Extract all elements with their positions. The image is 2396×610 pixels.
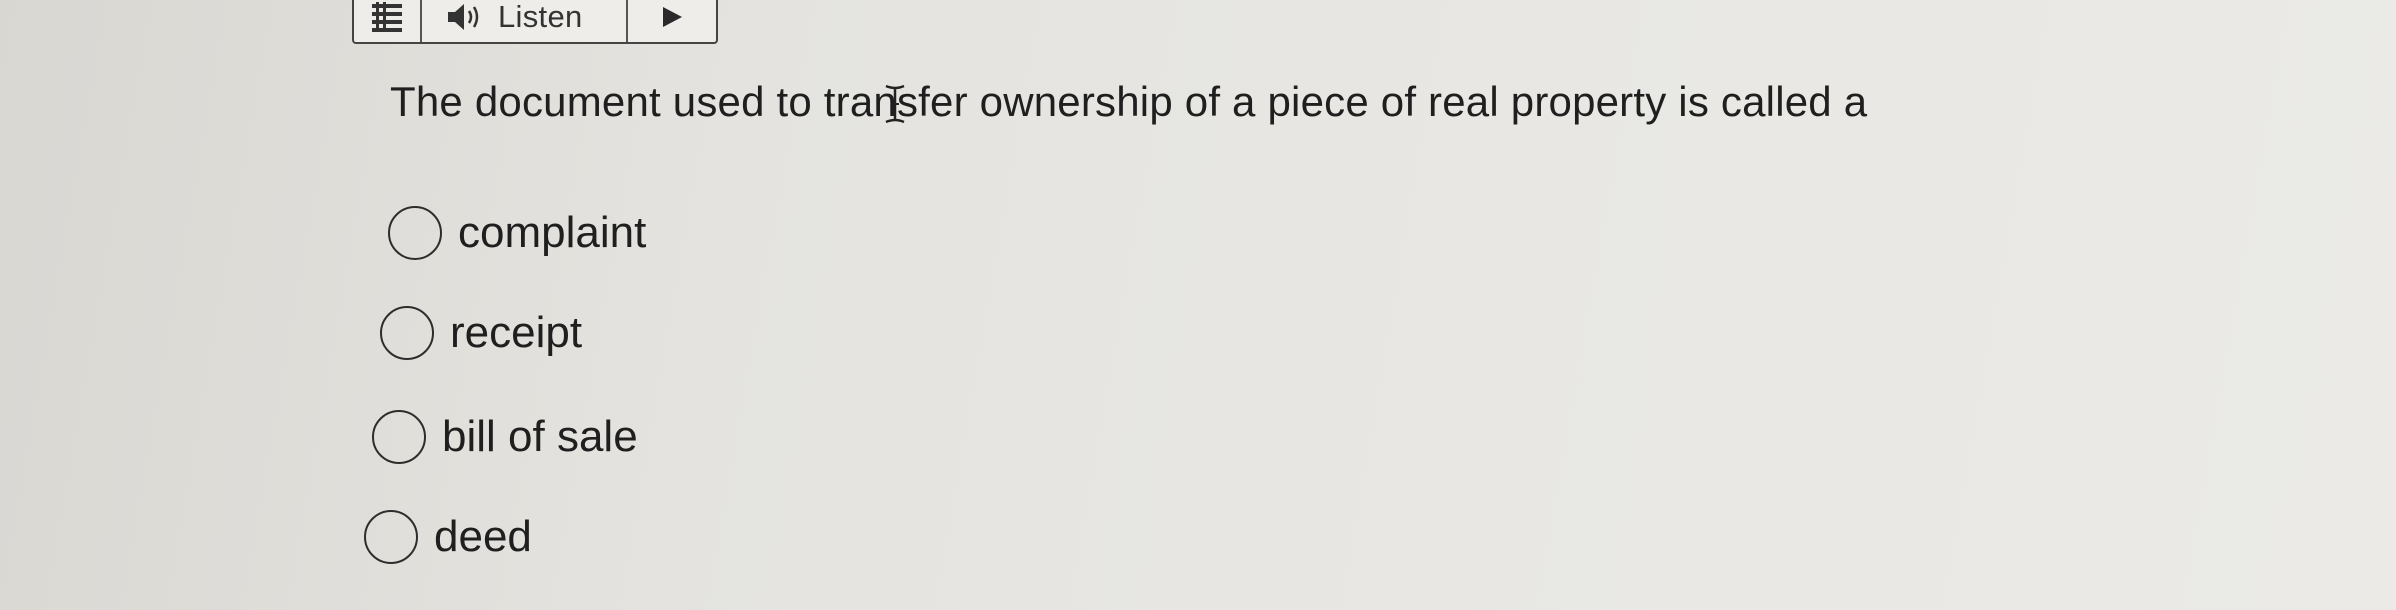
text-cursor-icon: [885, 84, 905, 124]
question-text: The document used to transfer ownership …: [390, 78, 1868, 125]
play-button[interactable]: [628, 0, 716, 42]
option-label: receipt: [450, 308, 583, 357]
answer-option-bill-of-sale[interactable]: bill of sale: [372, 410, 638, 464]
option-label: deed: [434, 512, 532, 561]
answer-option-deed[interactable]: deed: [364, 510, 532, 564]
listen-label: Listen: [498, 0, 583, 34]
read-aloud-toolbar: Listen: [352, 0, 718, 44]
menu-button[interactable]: [354, 0, 422, 42]
answer-option-complaint[interactable]: complaint: [388, 206, 646, 260]
listen-button[interactable]: Listen: [422, 0, 628, 42]
radio-button[interactable]: [364, 510, 418, 564]
radio-button[interactable]: [380, 306, 434, 360]
radio-button[interactable]: [388, 206, 442, 260]
option-label: bill of sale: [442, 412, 638, 461]
option-label: complaint: [458, 208, 647, 257]
play-icon: [663, 7, 682, 27]
answer-option-receipt[interactable]: receipt: [380, 306, 582, 360]
menu-lines-icon: [372, 2, 402, 32]
speaker-icon: [448, 4, 479, 30]
radio-button[interactable]: [372, 410, 426, 464]
